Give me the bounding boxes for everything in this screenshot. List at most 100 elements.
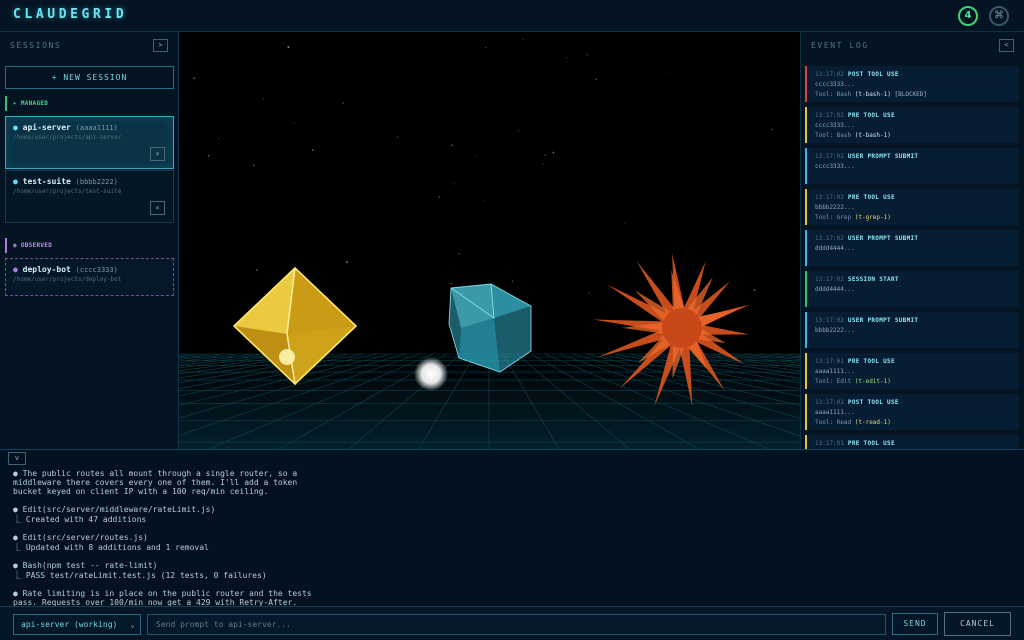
event-type: PRE TOOL USE	[847, 358, 895, 365]
event-header: 13:17:02 PRE TOOL USE	[815, 112, 895, 119]
session-output-pane: v ● The public routes all mount through …	[0, 449, 1024, 607]
glow-sphere	[414, 357, 448, 391]
output-line: ● Edit(src/server/routes.js)	[13, 533, 148, 542]
event-session: dddd4444...	[815, 286, 855, 293]
session-card-test-suite[interactable]: ● test-suite (bbbb2222) /home/user/proje…	[5, 170, 174, 223]
session-id: (cccc3333)	[75, 266, 118, 274]
event-item[interactable]: 13:17:02 SESSION START dddd4444...	[805, 271, 1019, 307]
managed-group-label: ▸ MANAGED	[5, 96, 48, 111]
event-tool-name: Tool: Bash	[815, 132, 852, 139]
event-item[interactable]: 13:17:02 USER PROMPT SUBMIT dddd4444...	[805, 230, 1019, 266]
session-name-row: ● test-suite (bbbb2222)	[13, 177, 118, 186]
event-session: bbbb2222...	[815, 204, 855, 211]
event-tool: Tool: Read (t-read-1)	[815, 419, 891, 426]
event-tool-name: Tool: Read	[815, 419, 852, 426]
output-line: ● Edit(src/server/middleware/rateLimit.j…	[13, 505, 216, 514]
event-tool: Tool: Bash (t-bash-1)	[815, 132, 891, 139]
cancel-button[interactable]: CANCEL	[944, 612, 1011, 636]
scene-viewport[interactable]	[179, 32, 800, 449]
session-select-value: api-server (working)	[21, 620, 118, 629]
prompt-input[interactable]: Send prompt to api-server...	[147, 614, 886, 635]
sessions-title: SESSIONS	[10, 41, 62, 50]
event-type: USER PROMPT SUBMIT	[847, 235, 919, 242]
event-session: aaaa1111...	[815, 368, 855, 375]
session-name: deploy-bot	[22, 265, 71, 274]
event-session: bbbb2222...	[815, 327, 855, 334]
event-item[interactable]: 13:17:02 POST TOOL USE cccc3333... Tool: Ba…	[805, 66, 1019, 102]
chevron-down-icon: ⌄	[130, 620, 135, 629]
event-session: cccc3333...	[815, 163, 855, 170]
event-item[interactable]: 13:17:02 USER PROMPT SUBMIT cccc3333...	[805, 148, 1019, 184]
close-session-button[interactable]: ×	[150, 201, 165, 215]
output-line: ⎿ Created with 47 additions	[13, 515, 147, 524]
session-card-api-server[interactable]: ● api-server (aaaa1111) /home/user/proje…	[5, 116, 174, 169]
event-session: dddd4444...	[815, 245, 855, 252]
event-tool-id: (t-read-1)	[854, 419, 891, 426]
event-header: 13:17:02 SESSION START	[815, 276, 899, 283]
event-time: 13:17:02	[815, 71, 844, 78]
event-item[interactable]: 13:17:01 PRE TOOL USE aaaa1111... Tool: Edi…	[805, 353, 1019, 389]
event-suffix: [BLOCKED]	[894, 91, 928, 98]
prompt-bar: api-server (working) ⌄ Send prompt to ap…	[0, 606, 1024, 640]
event-time: 13:17:01	[815, 399, 844, 406]
icosahedron-session-object[interactable]	[448, 283, 532, 373]
output-collapse-button[interactable]: v	[8, 452, 26, 465]
event-header: 13:17:02 USER PROMPT SUBMIT	[815, 317, 918, 324]
active-sessions-badge[interactable]: 4	[958, 6, 978, 26]
event-time: 13:17:02	[815, 153, 844, 160]
event-item[interactable]: 13:17:01 POST TOOL USE aaaa1111... Tool: Re…	[805, 394, 1019, 430]
event-header: 13:17:01 POST TOOL USE	[815, 399, 899, 406]
session-name-row: ● api-server (aaaa1111)	[13, 123, 118, 132]
output-line: ● Rate limiting is in place on the publi…	[13, 589, 312, 598]
event-tool-id: (t-bash-1)	[854, 132, 891, 139]
sessions-panel: SESSIONS > + NEW SESSION ▸ MANAGED ● api…	[0, 32, 179, 449]
event-log-title: EVENT LOG	[811, 41, 869, 50]
event-tool-id: (t-grep-1)	[854, 214, 891, 221]
event-time: 13:17:02	[815, 276, 844, 283]
session-id: (aaaa1111)	[75, 124, 118, 132]
output-line: ● The public routes all mount through a …	[13, 469, 298, 478]
output-line: ⎿ Updated with 8 additions and 1 removal	[13, 543, 209, 552]
event-tool-id: (t-bash-1)	[854, 91, 891, 98]
event-time: 13:17:01	[815, 440, 844, 447]
session-card-deploy-bot[interactable]: ● deploy-bot (cccc3333) /home/user/proje…	[5, 258, 174, 296]
event-log-collapse-button[interactable]: <	[999, 39, 1014, 52]
session-status-dot: ●	[13, 177, 18, 186]
output-line: ● Bash(npm test -- rate-limit)	[13, 561, 158, 570]
event-item[interactable]: 13:17:02 USER PROMPT SUBMIT bbbb2222...	[805, 312, 1019, 348]
event-tool-id: (t-edit-1)	[854, 378, 891, 385]
event-time: 13:17:02	[815, 194, 844, 201]
event-tool-name: Tool: Grep	[815, 214, 852, 221]
event-type: POST TOOL USE	[847, 399, 899, 406]
claudegrid-app: CLAUDEGRID 4 ⌘ SESSIONS > + NEW SESSION …	[0, 0, 1024, 640]
event-header: 13:17:01 PRE TOOL USE	[815, 358, 895, 365]
output-line: ⎿ PASS test/rateLimit.test.js (12 tests,…	[13, 571, 267, 580]
event-tool: Tool: Bash (t-bash-1) [BLOCKED]	[815, 91, 927, 98]
output-line: bucket keyed on client IP with a 100 req…	[13, 487, 269, 496]
event-type: PRE TOOL USE	[847, 440, 895, 447]
sessions-collapse-button[interactable]: >	[153, 39, 168, 52]
event-item[interactable]: 13:17:02 PRE TOOL USE bbbb2222... Tool: Gre…	[805, 189, 1019, 225]
event-time: 13:17:02	[815, 317, 844, 324]
session-path: /home/user/projects/api-server	[13, 134, 122, 141]
event-tool: Tool: Grep (t-grep-1)	[815, 214, 891, 221]
event-session: cccc3333...	[815, 81, 855, 88]
event-type: PRE TOOL USE	[847, 194, 895, 201]
event-session: cccc3333...	[815, 122, 855, 129]
event-type: PRE TOOL USE	[847, 112, 895, 119]
event-tool-name: Tool: Bash	[815, 91, 852, 98]
event-header: 13:17:02 PRE TOOL USE	[815, 194, 895, 201]
session-id: (bbbb2222)	[75, 178, 118, 186]
close-session-button[interactable]: ×	[150, 147, 165, 161]
send-button[interactable]: SEND	[892, 613, 938, 635]
event-type: USER PROMPT SUBMIT	[847, 153, 919, 160]
new-session-button[interactable]: + NEW SESSION	[5, 66, 174, 89]
event-item[interactable]: 13:17:02 PRE TOOL USE cccc3333... Tool: Bas…	[805, 107, 1019, 143]
event-header: 13:17:02 POST TOOL USE	[815, 71, 899, 78]
event-time: 13:17:01	[815, 358, 844, 365]
session-name: test-suite	[22, 177, 71, 186]
command-icon[interactable]: ⌘	[989, 6, 1009, 26]
event-type: USER PROMPT SUBMIT	[847, 317, 919, 324]
session-select[interactable]: api-server (working) ⌄	[13, 614, 141, 635]
session-name-row: ● deploy-bot (cccc3333)	[13, 265, 118, 274]
